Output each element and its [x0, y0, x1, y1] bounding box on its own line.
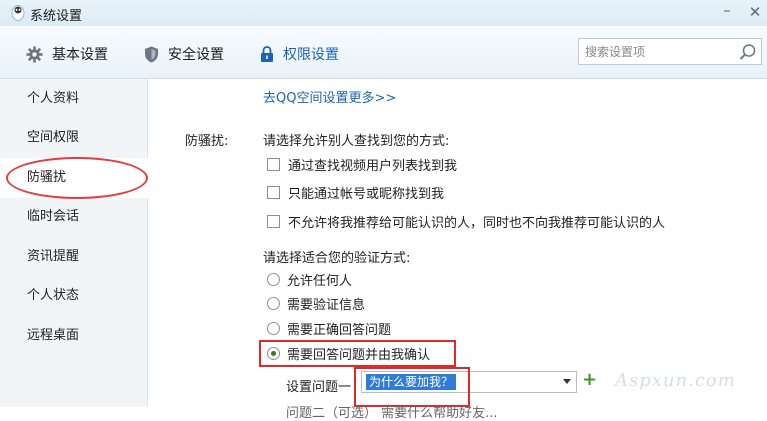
tab-permission-label: 权限设置 — [283, 47, 339, 63]
option-label: 需要回答问题并由我确认 — [287, 347, 431, 363]
sidebar-item-space-permission[interactable]: 空间权限 — [0, 118, 147, 158]
option-label: 只能通过帐号或昵称找到我 — [288, 186, 445, 202]
tab-security-label: 安全设置 — [168, 47, 224, 63]
option-label: 不允许将我推荐给可能认识的人，同时也不向我推荐可能认识的人 — [288, 215, 666, 231]
tab-permission-settings[interactable]: 权限设置 — [260, 43, 339, 65]
find-method-heading: 请选择允许别人查找到您的方式: — [263, 134, 450, 149]
search-box — [578, 38, 762, 65]
cut-off-row: 问题二（可选） 需要什么帮助好友... — [286, 406, 498, 421]
lock-icon — [261, 45, 273, 62]
sidebar-item-remote-desktop[interactable]: 远程桌面 — [0, 316, 147, 356]
option-label: 通过查找视频用户列表找到我 — [288, 158, 458, 174]
search-icon[interactable] — [739, 43, 757, 61]
verify-option-need-info[interactable]: 需要验证信息 — [267, 293, 365, 313]
find-option-no-recommend[interactable]: 不允许将我推荐给可能认识的人，同时也不向我推荐可能认识的人 — [267, 211, 665, 231]
sidebar-item-news-reminder[interactable]: 资讯提醒 — [0, 237, 147, 277]
radio-button-checked[interactable] — [267, 346, 280, 360]
checkbox[interactable] — [267, 185, 280, 199]
section-label: 防骚扰: — [185, 134, 229, 149]
find-option-video-list[interactable]: 通过查找视频用户列表找到我 — [267, 154, 457, 174]
add-question-icon[interactable]: + — [582, 370, 597, 390]
shield-icon — [145, 46, 158, 62]
question-select[interactable]: 为什么要加我？ — [361, 371, 577, 393]
verify-option-allow-anyone[interactable]: 允许任何人 — [267, 269, 352, 289]
qzone-more-link[interactable]: 去QQ空间设置更多>> — [263, 87, 396, 106]
checkbox[interactable] — [267, 214, 280, 228]
sidebar-item-profile[interactable]: 个人资料 — [0, 79, 147, 119]
sidebar-item-temp-session[interactable]: 临时会话 — [0, 197, 147, 237]
sidebar-item-anti-harassment[interactable]: 防骚扰 — [0, 158, 148, 198]
sidebar-item-personal-status[interactable]: 个人状态 — [0, 276, 147, 316]
radio-button[interactable] — [267, 321, 280, 335]
checkbox[interactable] — [267, 157, 280, 171]
title-bar: 系统设置 – ✕ — [0, 0, 767, 26]
sidebar: 个人资料 空间权限 防骚扰 临时会话 资讯提醒 个人状态 远程桌面 — [0, 79, 148, 407]
find-option-account-only[interactable]: 只能通过帐号或昵称找到我 — [267, 182, 444, 202]
dropdown-arrow-icon[interactable] — [563, 379, 571, 384]
option-label: 需要验证信息 — [287, 297, 366, 313]
qq-penguin-icon — [11, 5, 25, 21]
radio-button[interactable] — [267, 296, 280, 310]
tab-basic-label: 基本设置 — [52, 47, 108, 63]
option-label: 需要正确回答问题 — [287, 322, 392, 338]
tab-basic-settings[interactable]: 基本设置 — [26, 43, 108, 65]
verify-method-heading: 请选择适合您的验证方式: — [263, 251, 411, 266]
close-button[interactable]: ✕ — [746, 3, 764, 21]
question-label: 设置问题一 — [286, 380, 352, 395]
watermark: Aspxun.com — [615, 370, 736, 391]
tab-security-settings[interactable]: 安全设置 — [144, 43, 224, 65]
gear-icon — [26, 45, 43, 63]
radio-button[interactable] — [267, 272, 280, 286]
window-title: 系统设置 — [30, 9, 83, 24]
main-content: 去QQ空间设置更多>> 防骚扰: 请选择允许别人查找到您的方式: 通过查找视频用… — [148, 79, 767, 421]
question-value: 为什么要加我？ — [366, 374, 457, 390]
option-label: 允许任何人 — [287, 273, 353, 289]
verify-option-correct-answer[interactable]: 需要正确回答问题 — [267, 318, 391, 338]
minimize-button[interactable]: – — [718, 1, 736, 19]
verify-option-answer-and-confirm[interactable]: 需要回答问题并由我确认 — [267, 343, 430, 363]
search-input[interactable] — [585, 42, 725, 61]
